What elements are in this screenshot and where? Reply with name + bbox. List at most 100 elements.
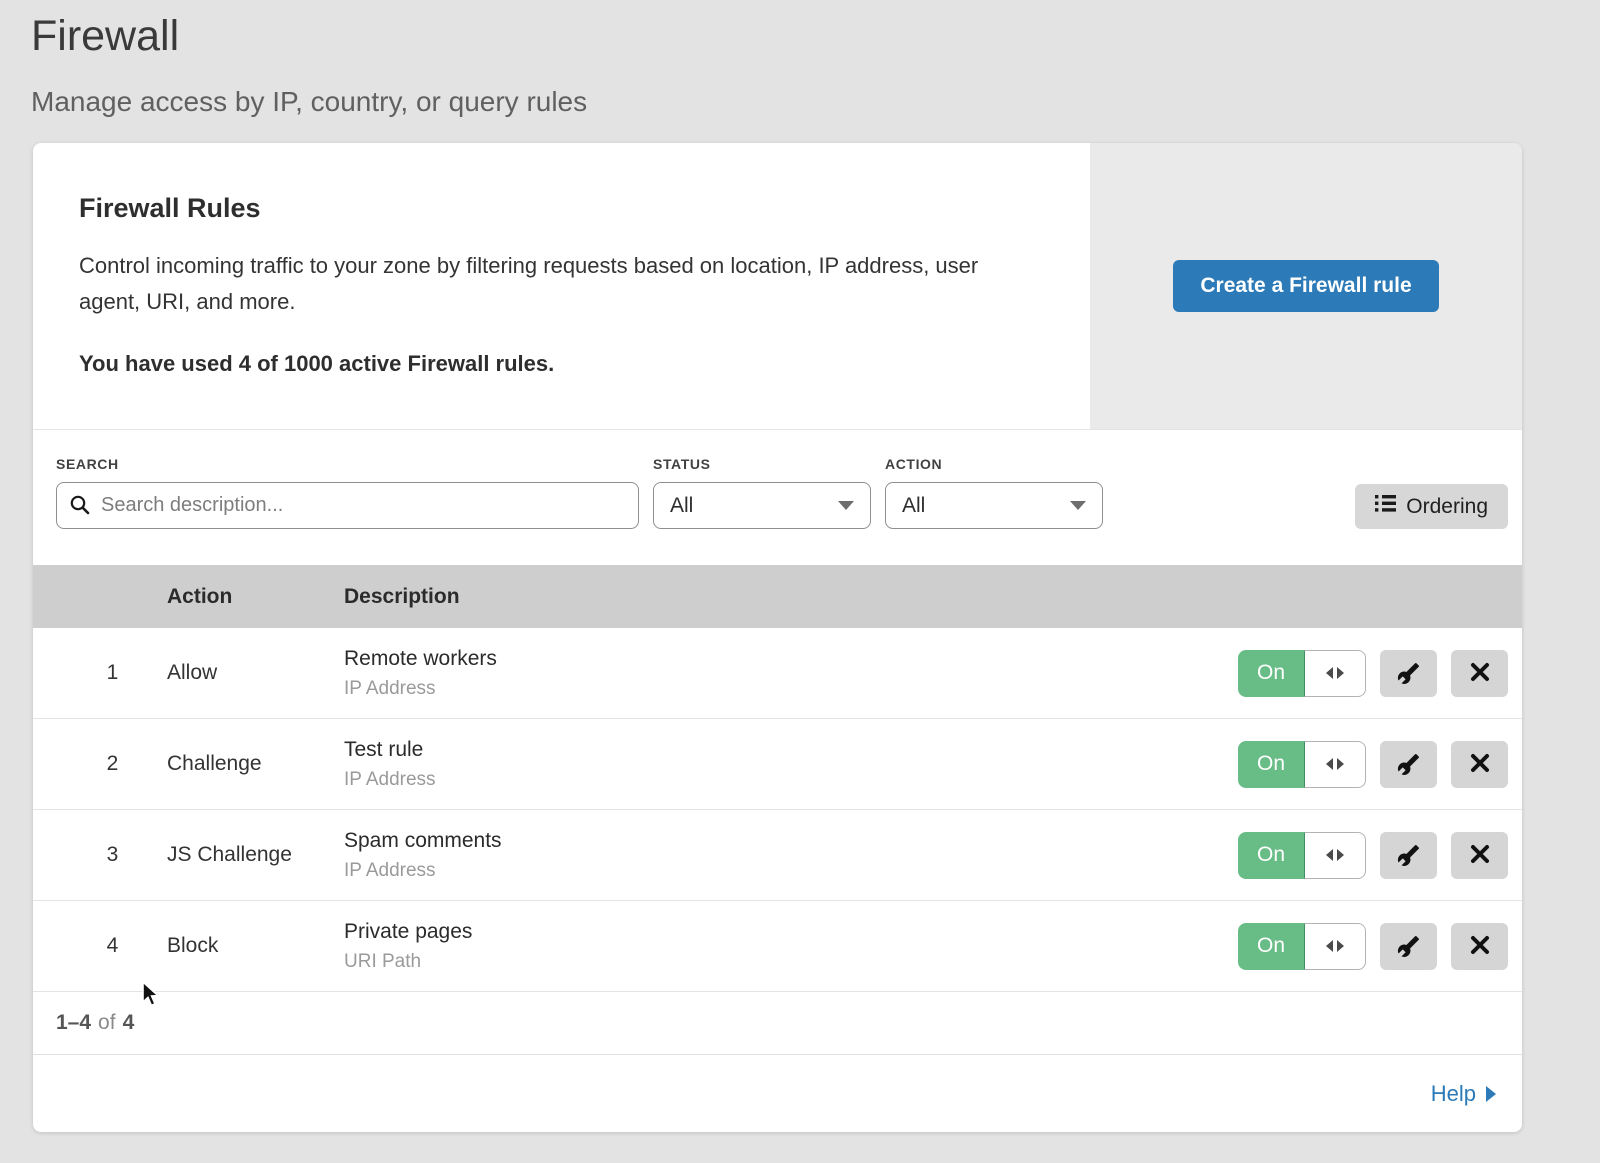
status-select-value: All [670, 494, 693, 518]
triangle-right-icon [1337, 667, 1344, 679]
search-box [56, 482, 639, 529]
page-subtitle: Manage access by IP, country, or query r… [31, 86, 1600, 118]
edit-rule-button[interactable] [1380, 650, 1437, 697]
rule-enabled-toggle[interactable]: On [1238, 741, 1366, 788]
filter-bar: SEARCH STATUS All ACTION All [33, 430, 1522, 565]
rule-match-type: IP Address [344, 769, 1238, 791]
rule-description: Spam comments [344, 829, 1238, 853]
triangle-left-icon [1326, 940, 1333, 952]
cta-panel: Create a Firewall rule [1090, 143, 1522, 429]
rule-priority: 3 [33, 843, 167, 867]
triangle-right-icon [1337, 758, 1344, 770]
edit-rule-button[interactable] [1380, 832, 1437, 879]
rule-match-type: IP Address [344, 678, 1238, 700]
chevron-down-icon [838, 501, 854, 510]
delete-rule-button[interactable] [1451, 650, 1508, 697]
pagination-of: of [98, 1011, 116, 1035]
toggle-handle[interactable] [1304, 923, 1366, 970]
action-select[interactable]: All [885, 482, 1103, 529]
toggle-on-label: On [1238, 741, 1304, 788]
action-select-value: All [902, 494, 925, 518]
action-filter-group: ACTION All [885, 456, 1103, 565]
toggle-on-label: On [1238, 832, 1304, 879]
ordering-button-label: Ordering [1406, 495, 1488, 519]
edit-rule-button[interactable] [1380, 741, 1437, 788]
toggle-handle[interactable] [1304, 832, 1366, 879]
triangle-right-icon [1337, 849, 1344, 861]
pagination-total: 4 [123, 1011, 135, 1035]
triangle-left-icon [1326, 758, 1333, 770]
rule-priority: 1 [33, 661, 167, 685]
rule-action: JS Challenge [167, 843, 344, 867]
wrench-icon [1397, 753, 1420, 776]
rule-description-cell: Private pages URI Path [344, 920, 1238, 973]
search-filter-group: SEARCH [56, 456, 639, 565]
rule-priority: 4 [33, 934, 167, 958]
rule-description: Remote workers [344, 647, 1238, 671]
status-select[interactable]: All [653, 482, 871, 529]
toggle-handle[interactable] [1304, 741, 1366, 788]
search-icon [69, 494, 91, 516]
rule-action: Allow [167, 661, 344, 685]
rule-enabled-toggle[interactable]: On [1238, 832, 1366, 879]
rule-description: Test rule [344, 738, 1238, 762]
edit-rule-button[interactable] [1380, 923, 1437, 970]
chevron-down-icon [1070, 501, 1086, 510]
triangle-left-icon [1326, 849, 1333, 861]
rule-enabled-toggle[interactable]: On [1238, 650, 1366, 697]
wrench-icon [1397, 662, 1420, 685]
rule-description-cell: Spam comments IP Address [344, 829, 1238, 882]
wrench-icon [1397, 935, 1420, 958]
delete-rule-button[interactable] [1451, 923, 1508, 970]
pagination: 1–4 of 4 [33, 992, 1522, 1055]
main-card: Firewall Rules Control incoming traffic … [33, 143, 1522, 1132]
rule-description-cell: Remote workers IP Address [344, 647, 1238, 700]
delete-rule-button[interactable] [1451, 741, 1508, 788]
rule-action: Challenge [167, 752, 344, 776]
toggle-on-label: On [1238, 923, 1304, 970]
info-heading: Firewall Rules [79, 193, 1030, 224]
action-label: ACTION [885, 456, 1103, 472]
rule-controls: On [1238, 832, 1508, 879]
arrow-right-icon [1486, 1086, 1496, 1102]
search-input[interactable] [56, 482, 639, 529]
rule-priority: 2 [33, 752, 167, 776]
help-link[interactable]: Help [1431, 1081, 1496, 1107]
rule-controls: On [1238, 741, 1508, 788]
pagination-range: 1–4 [56, 1011, 91, 1035]
close-icon [1470, 935, 1490, 958]
rule-match-type: URI Path [344, 951, 1238, 973]
list-ordering-icon [1375, 494, 1396, 519]
triangle-left-icon [1326, 667, 1333, 679]
info-panel: Firewall Rules Control incoming traffic … [33, 143, 1090, 429]
delete-rule-button[interactable] [1451, 832, 1508, 879]
info-section: Firewall Rules Control incoming traffic … [33, 143, 1522, 430]
help-row: Help [33, 1055, 1522, 1132]
table-header: Action Description [33, 565, 1522, 628]
info-usage-note: You have used 4 of 1000 active Firewall … [79, 351, 1030, 377]
toggle-handle[interactable] [1304, 650, 1366, 697]
rule-match-type: IP Address [344, 860, 1238, 882]
ordering-button[interactable]: Ordering [1355, 484, 1508, 529]
page-header: Firewall Manage access by IP, country, o… [0, 0, 1600, 143]
create-firewall-rule-button[interactable]: Create a Firewall rule [1173, 260, 1438, 312]
rule-controls: On [1238, 923, 1508, 970]
table-row: 4 Block Private pages URI Path On [33, 901, 1522, 992]
status-label: STATUS [653, 456, 871, 472]
page-title: Firewall [31, 10, 1600, 64]
wrench-icon [1397, 844, 1420, 867]
rule-enabled-toggle[interactable]: On [1238, 923, 1366, 970]
search-label: SEARCH [56, 456, 639, 472]
help-link-label: Help [1431, 1081, 1476, 1107]
close-icon [1470, 662, 1490, 685]
rule-controls: On [1238, 650, 1508, 697]
toggle-on-label: On [1238, 650, 1304, 697]
close-icon [1470, 844, 1490, 867]
close-icon [1470, 753, 1490, 776]
action-column-header: Action [167, 585, 344, 609]
status-filter-group: STATUS All [653, 456, 871, 565]
rule-description-cell: Test rule IP Address [344, 738, 1238, 791]
rule-action: Block [167, 934, 344, 958]
table-row: 1 Allow Remote workers IP Address On [33, 628, 1522, 719]
triangle-right-icon [1337, 940, 1344, 952]
